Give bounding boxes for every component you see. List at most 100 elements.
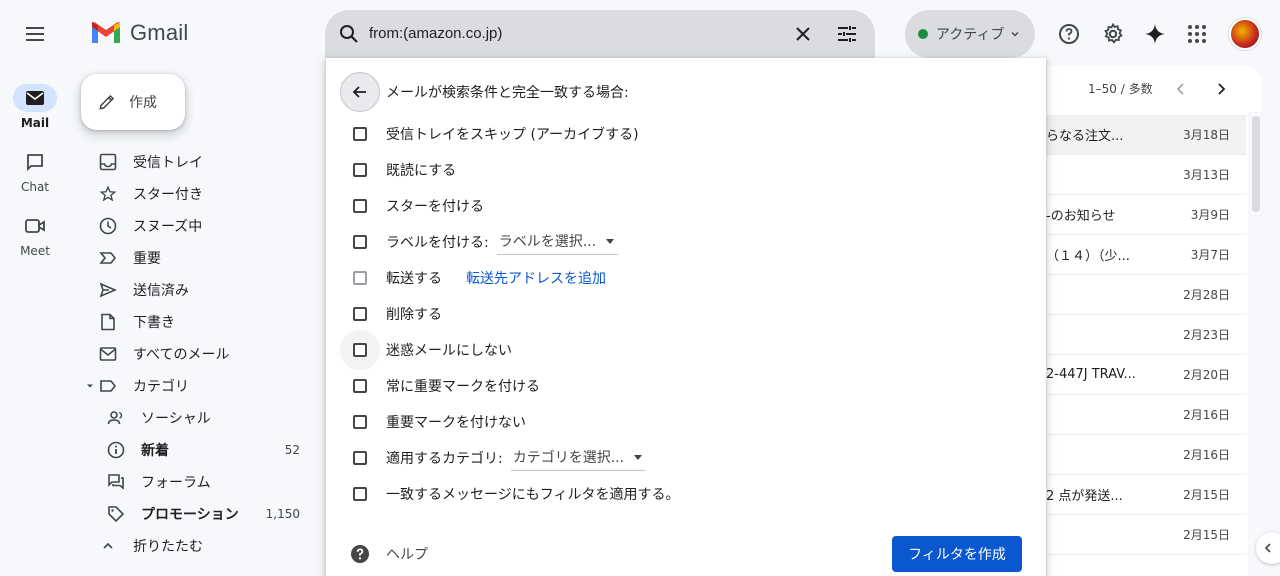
rail-mail-label: Mail [20,116,50,130]
gear-icon [1104,22,1123,44]
search-input[interactable]: from:(amazon.co.jp) [369,22,502,46]
all-mail-icon [99,347,117,361]
status-selector[interactable]: アクティブ [905,10,1035,58]
option-mark-read[interactable]: 既読にする [340,152,456,188]
nav-forums[interactable]: フォーラム [70,466,320,498]
never-spam-checkbox[interactable] [353,343,367,357]
dropdown-arrow-icon [634,454,643,460]
help-icon [1059,24,1079,44]
option-categorize[interactable]: 適用するカテゴリ: カテゴリを選択... [340,440,647,476]
chevron-down-icon [1011,32,1019,37]
clear-search-button[interactable] [791,22,815,46]
option-delete[interactable]: 削除する [340,296,442,332]
gmail-logo[interactable]: Gmail [90,20,188,46]
nav-sent[interactable]: 送信済み [70,274,320,306]
mail-row[interactable]: 2-447J TRAV... 2月20日 [1040,355,1246,395]
nav-all-mail[interactable]: すべてのメール [70,338,320,370]
search-bar[interactable]: from:(amazon.co.jp) [325,10,875,58]
delete-checkbox[interactable] [353,307,367,321]
nav-important[interactable]: 重要 [70,242,320,274]
chevron-right-icon[interactable] [1212,80,1230,98]
support-button[interactable] [1057,22,1081,46]
sparkle-icon [1145,24,1165,44]
chevron-left-icon[interactable] [1172,80,1190,98]
gmail-m-icon [92,22,120,43]
search-options-button[interactable] [835,22,859,46]
categorize-checkbox[interactable] [353,451,367,465]
star-icon [99,185,117,202]
rail-meet-label: Meet [20,244,50,258]
chevron-left-icon [1264,543,1271,553]
always-important-checkbox[interactable] [353,379,367,393]
people-icon [107,411,123,425]
app-name: Gmail [130,20,189,45]
nav-inbox[interactable]: 受信トレイ [70,146,320,178]
main-menu-button[interactable] [23,22,47,46]
pager-text: 1–50 / 多数 [1088,82,1153,96]
create-filter-button[interactable]: フィルタを作成 [892,536,1022,572]
gemini-button[interactable] [1143,22,1167,46]
important-icon [99,252,117,264]
mark-read-checkbox[interactable] [353,163,367,177]
chat-icon [27,154,43,172]
category-select[interactable]: カテゴリを選択... [510,445,647,471]
help-link[interactable]: ヘルプ [350,544,428,564]
nav-promotions[interactable]: プロモーション 1,150 [70,498,320,530]
send-icon [99,282,117,298]
mail-row[interactable]: （１４）（少... 3月7日 [1040,235,1246,275]
nav-categories[interactable]: カテゴリ [70,370,320,402]
side-panel-toggle[interactable] [1256,532,1280,564]
option-apply-label[interactable]: ラベルを付ける: ラベルを選択... [340,224,619,260]
mail-row[interactable]: 2月15日 [1040,515,1246,555]
promotions-count: 1,150 [265,507,300,521]
mail-row[interactable]: -のお知らせ 3月9日 [1040,195,1246,235]
forum-icon [108,474,124,490]
option-always-important[interactable]: 常に重要マークを付ける [340,368,540,404]
account-avatar[interactable] [1229,18,1261,50]
mail-row[interactable]: 2月23日 [1040,315,1246,355]
mail-row[interactable]: 3月13日 [1040,155,1246,195]
option-never-spam[interactable]: 迷惑メールにしない [340,330,512,370]
mail-row[interactable]: 2月16日 [1040,395,1246,435]
nav-updates[interactable]: 新着 52 [70,434,320,466]
nav-social[interactable]: ソーシャル [70,402,320,434]
updates-count: 52 [284,443,300,457]
arrow-left-icon [352,86,366,98]
search-icon[interactable] [337,22,361,46]
skip-inbox-checkbox[interactable] [353,127,367,141]
label-select[interactable]: ラベルを選択... [496,229,619,255]
rail-chat[interactable]: Chat [0,148,70,194]
never-important-checkbox[interactable] [353,415,367,429]
add-forwarding-address-link[interactable]: 転送先アドレスを追加 [466,268,606,288]
rail-mail[interactable]: Mail [0,84,70,130]
mail-row[interactable]: 2 点が発送... 2月15日 [1040,475,1246,515]
chevron-up-icon [103,542,113,549]
scrollbar-thumb[interactable] [1252,116,1260,212]
forward-checkbox[interactable] [353,271,367,285]
pencil-icon [99,94,115,110]
apps-button[interactable] [1185,22,1209,46]
compose-label: 作成 [129,95,157,111]
info-icon [107,441,125,459]
option-skip-inbox[interactable]: 受信トレイをスキップ (アーカイブする) [340,116,639,152]
nav-snoozed[interactable]: スヌーズ中 [70,210,320,242]
settings-button[interactable] [1101,22,1125,46]
option-forward[interactable]: 転送する 転送先アドレスを追加 [340,260,606,296]
option-never-important[interactable]: 重要マークを付けない [340,404,526,440]
compose-button[interactable]: 作成 [81,74,185,130]
rail-meet[interactable]: Meet [0,212,70,258]
option-star[interactable]: スターを付ける [340,188,484,224]
option-also-apply[interactable]: 一致するメッセージにもフィルタを適用する。 [340,476,679,512]
mail-row[interactable]: 2月28日 [1040,275,1246,315]
nav-starred[interactable]: スター付き [70,178,320,210]
nav-collapse[interactable]: 折りたたむ [70,530,320,562]
mail-row[interactable]: らなる注文... 3月18日 [1040,115,1246,155]
inbox-icon [99,153,117,171]
video-icon [25,219,45,233]
also-apply-checkbox[interactable] [353,487,367,501]
star-checkbox[interactable] [353,199,367,213]
mail-row[interactable]: 2月16日 [1040,435,1246,475]
back-button[interactable] [340,72,380,112]
apply-label-checkbox[interactable] [353,235,367,249]
nav-drafts[interactable]: 下書き [70,306,320,338]
